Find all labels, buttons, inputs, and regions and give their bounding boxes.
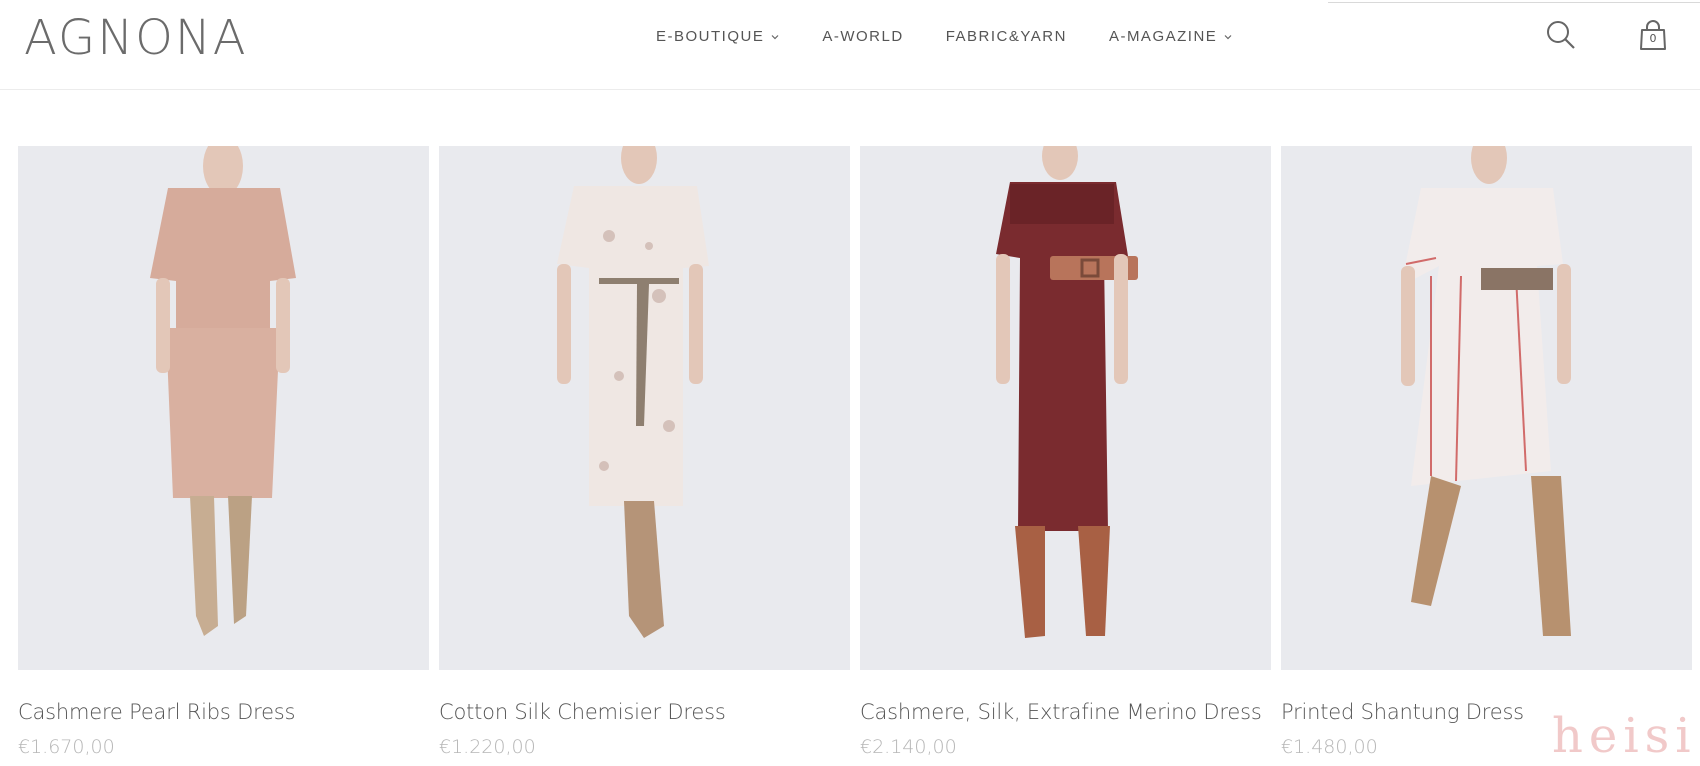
product-grid: Cashmere Pearl Ribs Dress €1.670,00 Cott… <box>18 146 1692 766</box>
chevron-down-icon <box>1223 32 1233 42</box>
bag-count-badge: 0 <box>1649 32 1657 45</box>
nav-item-a-magazine[interactable]: A-MAGAZINE <box>1109 28 1233 45</box>
product-image[interactable] <box>18 146 429 670</box>
site-header: AGNONA E-BOUTIQUE A-WORLD FABRIC&YARN A-… <box>0 0 1700 90</box>
product-image[interactable] <box>439 146 850 670</box>
nav-item-a-world[interactable]: A-WORLD <box>822 28 903 45</box>
search-icon <box>1547 21 1575 49</box>
product-name[interactable]: Printed Shantung Dress <box>1281 700 1524 724</box>
brand-logo[interactable]: AGNONA <box>24 10 248 66</box>
product-card[interactable]: Printed Shantung Dress €1.480,00 <box>1281 146 1692 758</box>
nav-item-label: E-BOUTIQUE <box>656 28 765 45</box>
header-top-divider <box>1328 0 1700 3</box>
main-nav: E-BOUTIQUE A-WORLD FABRIC&YARN A-MAGAZIN… <box>656 28 1275 45</box>
nav-item-label: FABRIC&YARN <box>945 28 1067 45</box>
product-price: €1.480,00 <box>1281 736 1378 758</box>
nav-item-e-boutique[interactable]: E-BOUTIQUE <box>656 28 780 45</box>
product-card[interactable]: Cashmere, Silk, Extrafine Merino Dress €… <box>860 146 1271 758</box>
product-image[interactable] <box>1281 146 1692 670</box>
product-name[interactable]: Cotton Silk Chemisier Dress <box>439 700 726 724</box>
product-card[interactable]: Cashmere Pearl Ribs Dress €1.670,00 <box>18 146 429 758</box>
product-price: €1.220,00 <box>439 736 536 758</box>
product-price: €1.670,00 <box>18 736 115 758</box>
shopping-bag-button[interactable]: 0 <box>1636 18 1670 52</box>
product-card[interactable]: Cotton Silk Chemisier Dress €1.220,00 <box>439 146 850 758</box>
product-name[interactable]: Cashmere, Silk, Extrafine Merino Dress <box>860 700 1262 724</box>
nav-item-label: A-WORLD <box>822 28 904 45</box>
nav-item-label: A-MAGAZINE <box>1108 28 1218 45</box>
product-image[interactable] <box>860 146 1271 670</box>
chevron-down-icon <box>770 32 780 42</box>
product-price: €2.140,00 <box>860 736 957 758</box>
search-button[interactable] <box>1544 18 1578 52</box>
watermark: heisi <box>1552 708 1697 764</box>
product-name[interactable]: Cashmere Pearl Ribs Dress <box>18 700 295 724</box>
nav-item-fabric-yarn[interactable]: FABRIC&YARN <box>946 28 1067 45</box>
